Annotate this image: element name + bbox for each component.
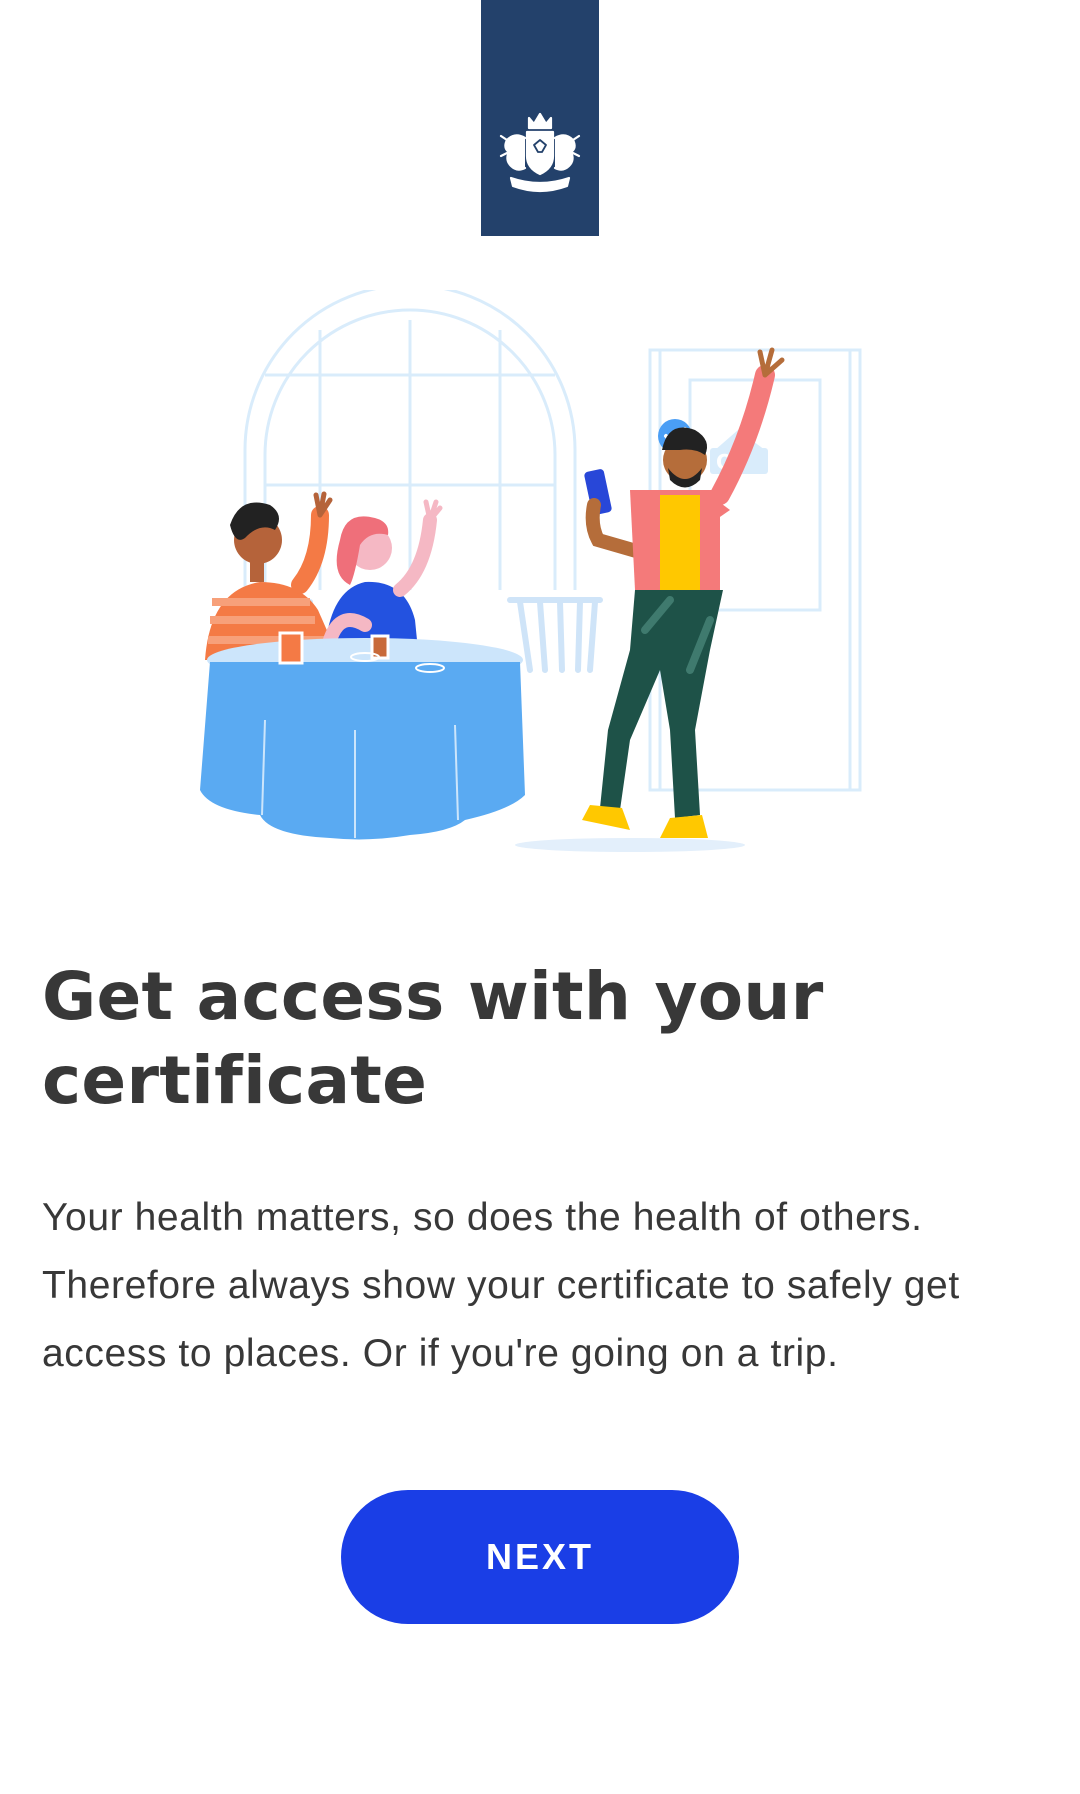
page-title: Get access with your certificate <box>42 958 824 1119</box>
person-middle <box>323 499 443 650</box>
page-description: Your health matters, so does the health … <box>42 1196 960 1375</box>
next-button[interactable]: NEXT <box>341 1490 739 1624</box>
restaurant-access-illustration: OP <box>200 290 862 852</box>
dining-table <box>200 631 525 840</box>
onboarding-screen: OP Get access with your certificate Your… <box>0 0 1080 1794</box>
dutch-coat-of-arms-icon <box>499 112 581 193</box>
government-logo <box>481 0 599 236</box>
